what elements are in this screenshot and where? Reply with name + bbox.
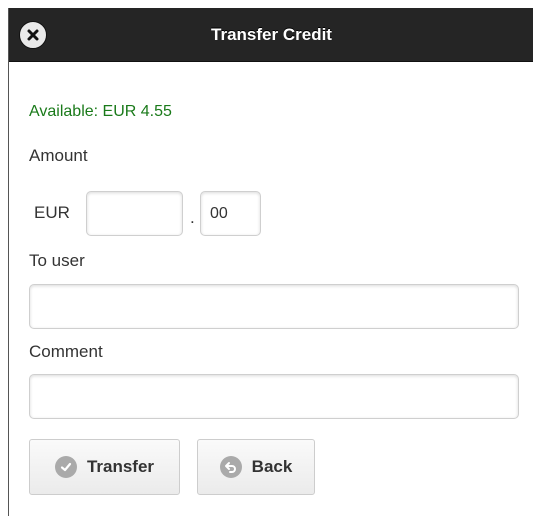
to-user-label: To user (29, 251, 85, 270)
amount-integer-input[interactable] (86, 191, 183, 236)
dialog-title: Transfer Credit (211, 25, 332, 44)
decimal-separator: . (190, 208, 195, 227)
transfer-credit-dialog: Transfer Credit Available: EUR 4.55 Amou… (8, 8, 533, 516)
available-balance: Available: EUR 4.55 (29, 103, 172, 120)
amount-cents-input[interactable] (200, 191, 261, 236)
back-button-label: Back (251, 457, 293, 476)
comment-label: Comment (29, 342, 103, 361)
check-circle-icon (54, 456, 77, 478)
to-user-input[interactable] (29, 284, 519, 329)
back-arrow-icon (219, 456, 242, 478)
currency-label: EUR (34, 203, 70, 222)
back-button[interactable]: Back (197, 439, 315, 495)
dialog-header: Transfer Credit (9, 8, 533, 62)
comment-input[interactable] (29, 374, 519, 419)
amount-label: Amount (29, 146, 88, 165)
transfer-button[interactable]: Transfer (29, 439, 180, 495)
transfer-button-label: Transfer (86, 457, 155, 476)
